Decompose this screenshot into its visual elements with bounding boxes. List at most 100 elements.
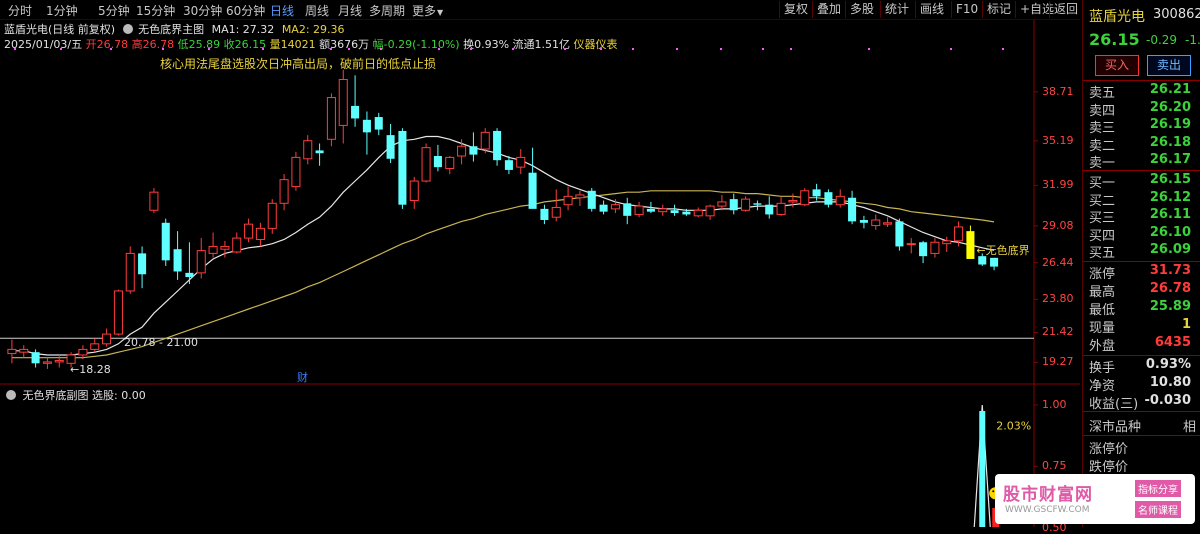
candle [255, 222, 265, 247]
candle [326, 93, 336, 147]
candle-body [919, 242, 928, 257]
watermark-url: WWW.GSCFW.COM [1005, 505, 1090, 515]
candle [966, 225, 975, 259]
ask-row-value: 26.18 [1149, 134, 1191, 150]
signal-dot [762, 48, 764, 50]
stat-row-label: 最低 [1089, 303, 1116, 318]
candle-body [835, 195, 845, 206]
candle-body [54, 360, 64, 363]
signal-dot [564, 48, 566, 50]
candle [835, 189, 845, 208]
candle-body [563, 195, 573, 206]
candle-body [765, 204, 774, 215]
bid-row-label: 买四 [1089, 228, 1116, 244]
candle-body [113, 290, 123, 335]
candle-body [351, 105, 360, 119]
chart-labels: ←18.28 20.78 - 21.00 ←无色底界财 2.03% [70, 243, 1031, 433]
quote-panel: 蓝盾光电 300862 26.15 -0.29 -1. 买入 卖出 卖五 26.2… [1082, 0, 1200, 527]
bid-row-value: 26.11 [1149, 207, 1191, 222]
candle-body [741, 198, 751, 211]
candle [398, 128, 407, 209]
signal-dot [632, 48, 634, 50]
candle-body [504, 160, 513, 170]
stat-row: 现量 1 [1089, 317, 1199, 336]
stat-row-label: 现量 [1089, 321, 1116, 336]
candle-body [409, 180, 419, 202]
stat2-row-value: 0.93% [1145, 357, 1191, 372]
candle [113, 289, 123, 336]
stat-row-value: 26.78 [1149, 281, 1191, 296]
candle-body [682, 211, 691, 215]
price-axis-label: 35.19 [1042, 133, 1074, 147]
candle-body [362, 119, 371, 133]
bid-row-label: 买三 [1089, 211, 1116, 226]
candle-body [859, 220, 868, 223]
candle-body [776, 202, 786, 215]
signal-dot [438, 48, 440, 50]
candle [540, 204, 549, 225]
candle-body [78, 348, 88, 356]
candle-body [255, 227, 265, 240]
sub-indicator-name[interactable]: 无色界底副图 [23, 389, 89, 402]
candle-body [646, 208, 655, 212]
candle [19, 345, 29, 358]
candle-body [138, 253, 147, 275]
candle-body [658, 208, 668, 213]
signal-dot [208, 48, 210, 50]
bid-row: 买五 26.09 [1089, 242, 1199, 261]
sub-signal-bar [979, 411, 986, 527]
stat2-row-label: 换手 [1089, 361, 1116, 376]
candle [504, 156, 513, 175]
price-axis-label: 38.71 [1042, 84, 1074, 98]
candle-body [966, 231, 975, 259]
candle [125, 246, 135, 294]
candle [859, 215, 868, 229]
candle-body [374, 117, 383, 130]
candle [291, 151, 301, 191]
candle [895, 218, 904, 251]
candle-body [788, 200, 798, 203]
gear-icon[interactable] [6, 390, 16, 400]
candle-body [528, 172, 537, 209]
candle-body [848, 197, 857, 222]
candle [551, 189, 561, 222]
panel-divider [1083, 355, 1200, 356]
stat2-row: 收益(三) -0.030 [1089, 393, 1199, 412]
candle-body [303, 140, 313, 160]
candle [883, 217, 893, 227]
signal-dot [14, 48, 16, 50]
candle-body [338, 78, 348, 126]
candle-body [753, 203, 762, 205]
buy-button[interactable]: 买入 [1095, 55, 1139, 76]
sell-button[interactable]: 卖出 [1147, 55, 1191, 76]
candle-body [196, 250, 206, 274]
candle [338, 69, 348, 144]
sub-axis-label: 1.00 [1042, 398, 1067, 411]
panel-divider [1083, 435, 1200, 436]
candle-body [102, 333, 112, 345]
finance-mark-label: 财 [297, 370, 308, 384]
signal-dot [262, 48, 264, 50]
candle-body [824, 192, 833, 205]
candle [634, 201, 644, 218]
watermark-title: 股市财富网 [1003, 485, 1093, 505]
candle [102, 328, 112, 347]
ask-row-value: 26.21 [1149, 82, 1191, 97]
candle [528, 147, 537, 209]
candle-body [930, 241, 940, 254]
candle-body [421, 147, 431, 182]
ma2-line [11, 190, 995, 359]
candle [173, 231, 182, 280]
price-chart[interactable]: ←18.28 20.78 - 21.00 ←无色底界财 2.03% [0, 0, 1080, 527]
price-axis-label: 19.27 [1042, 355, 1074, 369]
candle-body [469, 146, 478, 155]
candle-body [42, 361, 52, 364]
candle [705, 204, 715, 220]
price-axis-label: 29.08 [1042, 218, 1074, 232]
candle [741, 196, 751, 212]
candle [906, 238, 916, 254]
candle [409, 176, 419, 209]
ask-row-label: 卖五 [1089, 86, 1116, 101]
candle-body [457, 145, 467, 157]
candle-body [149, 191, 159, 211]
